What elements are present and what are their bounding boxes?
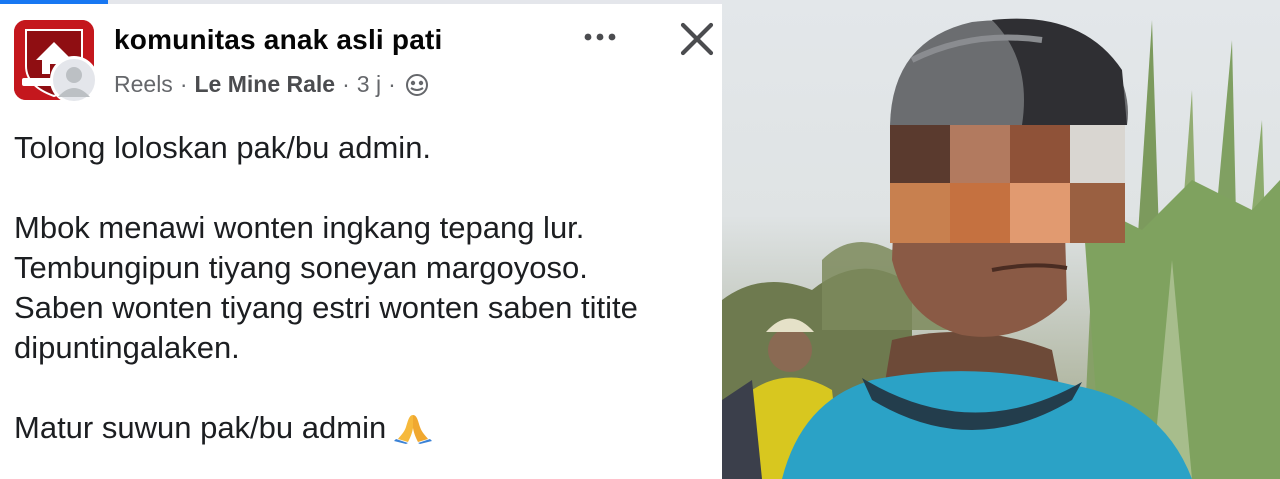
post-text-line: Tolong loloskan pak/bu admin. — [14, 130, 432, 165]
post-author[interactable]: Le Mine Rale — [194, 71, 335, 98]
post-time[interactable]: 3 j — [357, 71, 381, 98]
user-avatar[interactable] — [50, 56, 98, 104]
reel-video-frame[interactable] — [722, 0, 1280, 479]
folded-hands-emoji-icon — [394, 412, 433, 454]
post-text-line: Saben wonten tiyang estri wonten saben t… — [14, 290, 638, 325]
group-name[interactable]: komunitas anak asli pati — [114, 24, 442, 56]
facebook-post-panel: komunitas anak asli pati Reels · Le Mine… — [0, 0, 722, 479]
top-progress-rule — [0, 0, 722, 4]
meta-separator: · — [342, 71, 350, 97]
post-text-line: Tembungipun tiyang soneyan margoyoso. — [14, 250, 588, 285]
post-source[interactable]: Reels — [114, 71, 173, 98]
close-button[interactable] — [678, 20, 716, 58]
more-options-button[interactable] — [580, 26, 620, 48]
post-text-line: dipuntingalaken. — [14, 330, 240, 365]
meta-separator: · — [179, 71, 188, 97]
progress-accent — [0, 0, 108, 4]
more-options-icon — [584, 33, 616, 41]
close-icon — [680, 22, 714, 56]
public-globe-icon — [405, 73, 429, 97]
closing-line: Matur suwun pak/bu admin — [14, 410, 387, 445]
post-text-line: Mbok menawi wonten ingkang tepang lur. — [14, 210, 585, 245]
user-avatar-icon — [58, 67, 90, 97]
meta-separator: · — [388, 71, 396, 97]
post-meta: Reels · Le Mine Rale · 3 j · — [114, 71, 429, 98]
post-text-line: Matur suwun pak/bu admin — [14, 408, 714, 454]
video-thumbnail-image — [722, 18, 1280, 479]
post-body: Tolong loloskan pak/bu admin. Mbok menaw… — [14, 128, 714, 454]
